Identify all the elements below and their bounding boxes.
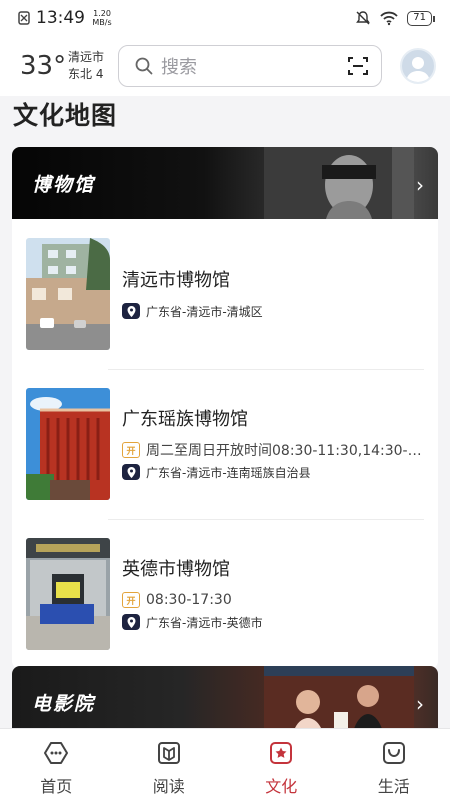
list-item[interactable]: 广东瑶族博物馆 开 周二至周日开放时间08:30-11:30,14:30-17:…: [12, 369, 438, 519]
tab-life[interactable]: 生活: [338, 729, 450, 800]
museum-photo: [26, 388, 110, 500]
notification-icon: [18, 11, 30, 25]
tab-reading[interactable]: 阅读: [113, 729, 226, 800]
museum-photo: [26, 238, 110, 350]
tab-home[interactable]: 首页: [0, 729, 113, 800]
list-item[interactable]: 清远市博物馆 广东省-清远市-清城区: [12, 219, 438, 369]
chevron-right-icon[interactable]: ›: [416, 173, 424, 197]
battery-icon: 71: [407, 10, 435, 26]
tab-label: 生活: [377, 777, 410, 796]
wind-label: 东北 4: [68, 67, 104, 81]
chevron-right-icon[interactable]: ›: [416, 692, 424, 716]
location-icon: [122, 614, 140, 630]
address-text: 广东省-清远市-连南瑶族自治县: [146, 465, 311, 480]
hours-row: 开 周二至周日开放时间08:30-11:30,14:30-17:00: [122, 439, 424, 461]
weather-location: 清远市 东北 4: [68, 49, 104, 83]
tab-label: 阅读: [152, 777, 185, 796]
museum-name: 广东瑶族博物馆: [122, 409, 248, 430]
temperature: 33°: [20, 51, 67, 81]
cinema-card: 电影院 ›: [12, 666, 438, 728]
museum-section-title: 博物馆: [32, 173, 96, 196]
book-icon: [157, 742, 180, 764]
list-item[interactable]: 英德市博物馆 开 08:30-17:30 广东省-清远市-英德市: [12, 519, 438, 669]
city-label: 清远市: [68, 50, 105, 64]
statue-image: [264, 147, 414, 219]
home-icon: [44, 742, 69, 764]
search-input[interactable]: 搜索: [161, 53, 347, 79]
main-content[interactable]: 文化地图 博物馆 › 清远市博物馆 广东省-清远市-清城区 广东瑶族博物馆 开 …: [0, 96, 450, 728]
address-row: 广东省-清远市-清城区: [122, 300, 424, 322]
tab-label: 文化: [265, 777, 298, 796]
open-hours-icon: 开: [122, 592, 140, 608]
scan-icon[interactable]: [347, 55, 369, 77]
clock: 13:49: [36, 8, 85, 28]
status-bar: 13:49 1.20 MB/s 71: [0, 0, 450, 36]
tab-label: 首页: [40, 777, 73, 796]
museum-name: 清远市博物馆: [122, 270, 230, 291]
address-row: 广东省-清远市-连南瑶族自治县: [122, 461, 424, 483]
museum-name: 英德市博物馆: [122, 559, 230, 580]
museum-photo: [26, 538, 110, 650]
address-row: 广东省-清远市-英德市: [122, 611, 424, 633]
bottom-nav: 首页 阅读 文化 生活: [0, 728, 450, 800]
search-bar[interactable]: 搜索: [118, 45, 383, 87]
address-text: 广东省-清远市-英德市: [146, 615, 263, 630]
hours-text: 周二至周日开放时间08:30-11:30,14:30-17:00: [146, 443, 424, 459]
network-speed: 1.20 MB/s: [92, 9, 112, 27]
cinema-audience-image: [264, 666, 414, 728]
hours-text: 08:30-17:30: [146, 592, 232, 608]
cinema-section-title: 电影院: [32, 692, 96, 715]
cinema-banner[interactable]: 电影院 ›: [12, 666, 438, 728]
search-icon: [135, 57, 153, 75]
tab-culture[interactable]: 文化: [225, 729, 338, 800]
hours-row: 开 08:30-17:30: [122, 589, 424, 611]
page-title: 文化地图: [13, 101, 118, 130]
museum-card: 博物馆 › 清远市博物馆 广东省-清远市-清城区 广东瑶族博物馆 开 周二至周日…: [12, 147, 438, 669]
museum-banner[interactable]: 博物馆 ›: [12, 147, 438, 219]
address-text: 广东省-清远市-清城区: [146, 304, 263, 319]
culture-star-icon: [270, 742, 293, 764]
location-icon: [122, 464, 140, 480]
mute-bell-icon: [356, 11, 371, 25]
shopping-bag-icon: [382, 742, 405, 764]
location-icon: [122, 303, 140, 319]
wifi-icon: [380, 11, 398, 26]
top-header: 33° 清远市 东北 4 搜索: [0, 36, 450, 96]
user-icon: [406, 57, 430, 82]
open-hours-icon: 开: [122, 442, 140, 458]
avatar[interactable]: [400, 48, 436, 84]
